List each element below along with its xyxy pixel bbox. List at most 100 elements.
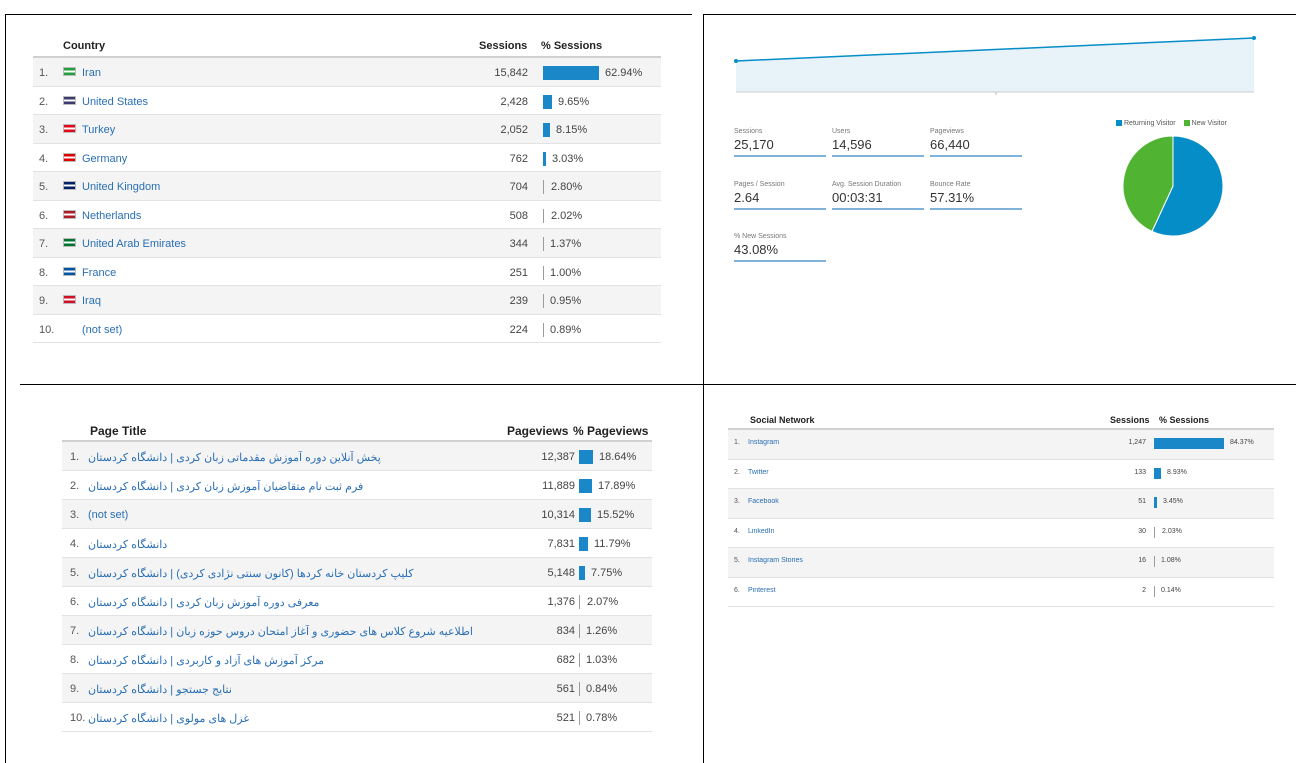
frame-middle-right <box>686 384 1296 385</box>
table-row: 6. معرفی دوره آموزش زبان کردی | دانشگاه ک… <box>62 587 652 616</box>
table-row: 3. Turkey 2,052 8.15% <box>33 115 661 144</box>
row-index: 6. <box>70 596 80 608</box>
new-visitor-swatch <box>1183 120 1190 127</box>
metric-tile-avg-session-duration[interactable]: Avg. Session Duration 00:03:31 <box>832 181 924 210</box>
metric-label: Bounce Rate <box>930 181 971 188</box>
row-percent-bar <box>543 66 599 80</box>
row-label-link[interactable]: Twitter <box>748 469 769 476</box>
row-label-link[interactable]: دانشگاه کردستان <box>88 538 167 551</box>
row-label-link[interactable]: Pinterest <box>748 587 776 594</box>
metric-tile-pages-session[interactable]: Pages / Session 2.64 <box>734 181 826 210</box>
row-percent-bar <box>1154 526 1155 538</box>
sessions-column-header[interactable]: Sessions <box>479 40 527 52</box>
row-percent-bar <box>543 180 544 194</box>
row-label-link[interactable]: United Kingdom <box>82 181 160 193</box>
country-report-table: Country Sessions % Sessions 1. Iran 15,842… <box>33 36 661 343</box>
table-row: 6. Netherlands 508 2.02% <box>33 201 661 229</box>
row-label-link[interactable]: غزل های مولوی | دانشگاه کردستان <box>88 712 249 725</box>
metric-tile-bounce-rate[interactable]: Bounce Rate 57.31% <box>930 181 1022 210</box>
row-label-link[interactable]: Instagram <box>748 439 779 446</box>
row-label-link[interactable]: فرم ثبت نام متقاضیان آموزش زبان کردی | د… <box>88 480 363 493</box>
row-index: 1. <box>39 67 49 79</box>
table-row: 2. United States 2,428 9.65% <box>33 87 661 115</box>
row-percent-value: 1.03% <box>586 654 618 666</box>
metric-value: 43.08% <box>734 242 779 257</box>
row-index: 10. <box>70 712 86 724</box>
metric-tile--new-sessions[interactable]: % New Sessions 43.08% <box>734 233 826 262</box>
row-index: 2. <box>70 480 80 492</box>
row-percent-bar <box>543 237 544 251</box>
country-column-header[interactable]: Country <box>63 40 105 52</box>
row-label-link[interactable]: Turkey <box>82 124 115 136</box>
row-metric-value: 2 <box>1142 586 1146 594</box>
row-label-link[interactable]: LinkedIn <box>748 528 774 535</box>
row-label-link[interactable]: پخش آنلاین دوره آموزش مقدماتی زبان کردی … <box>88 451 381 464</box>
row-label-link[interactable]: اطلاعیه شروع کلاس های حضوری و آغاز امتحا… <box>88 625 473 638</box>
social-sessions-column-header[interactable]: Sessions <box>1110 415 1150 425</box>
metric-tile-pageviews[interactable]: Pageviews 66,440 <box>930 128 1022 157</box>
row-index: 3. <box>39 124 49 136</box>
row-label-link[interactable]: Iraq <box>82 295 101 307</box>
row-label-link[interactable]: نتایج جستجو | دانشگاه کردستان <box>88 683 232 696</box>
row-label-link[interactable]: Netherlands <box>82 210 141 222</box>
pageviews-column-header[interactable]: Pageviews <box>507 424 568 438</box>
row-percent-value: 0.14% <box>1161 586 1181 594</box>
table-row: 9. نتایج جستجو | دانشگاه کردستان 561 0.84% <box>62 674 652 703</box>
row-percent-value: 8.15% <box>556 124 588 136</box>
row-label-link[interactable]: معرفی دوره آموزش زبان کردی | دانشگاه کرد… <box>88 596 319 609</box>
social-percent-sessions-column-header[interactable]: % Sessions <box>1159 415 1209 425</box>
row-label-link[interactable]: Instagram Stories <box>748 557 803 564</box>
row-label-link[interactable]: Iran <box>82 67 101 79</box>
table-row: 8. France 251 1.00% <box>33 258 661 286</box>
row-percent-bar <box>579 508 591 522</box>
country-flag-icon <box>63 209 76 219</box>
row-label-link[interactable]: United States <box>82 96 148 108</box>
social-table-header: Social Network Sessions % Sessions <box>728 412 1274 430</box>
new-visitor-legend-label: New Visitor <box>1191 120 1227 127</box>
row-label-link[interactable]: مرکز آموزش های آزاد و کاربردی | دانشگاه … <box>88 654 324 667</box>
metric-sparkline <box>734 154 826 157</box>
row-percent-value: 3.03% <box>552 152 584 165</box>
row-percent-bar <box>579 537 588 551</box>
social-network-report-table: Social Network Sessions % Sessions 1. Ins… <box>728 412 1274 607</box>
sessions-line-start-point <box>734 59 738 63</box>
table-row: 4. دانشگاه کردستان 7,831 11.79% <box>62 529 652 558</box>
row-label-link[interactable]: Facebook <box>748 498 779 505</box>
row-metric-value: 10,314 <box>541 509 575 521</box>
row-metric-value: 2,428 <box>500 95 528 108</box>
metric-value: 25,170 <box>734 137 774 152</box>
row-metric-value: 251 <box>509 266 528 279</box>
country-flag-icon <box>63 124 76 133</box>
row-percent-value: 1.00% <box>550 266 582 279</box>
table-row: 10. (not set) 224 0.89% <box>33 315 661 343</box>
percent-pageviews-column-header[interactable]: % Pageviews <box>573 424 648 438</box>
row-label-link[interactable]: کلیپ کردستان خانه کردها (کانون سنتی نژاد… <box>88 567 414 580</box>
table-row: 5. کلیپ کردستان خانه کردها (کانون سنتی نژ… <box>62 558 652 587</box>
row-label-link[interactable]: (not set) <box>82 324 122 336</box>
social-network-column-header[interactable]: Social Network <box>750 415 815 425</box>
row-metric-value: 521 <box>556 712 575 724</box>
row-index: 10. <box>39 323 55 336</box>
percent-sessions-column-header[interactable]: % Sessions <box>541 40 602 52</box>
row-metric-value: 12,387 <box>541 451 575 463</box>
row-percent-value: 1.37% <box>550 238 582 250</box>
row-percent-value: 0.89% <box>550 323 582 336</box>
row-percent-value: 2.02% <box>551 209 583 222</box>
page-title-column-header[interactable]: Page Title <box>90 424 146 438</box>
returning-visitor-legend-label: Returning Visitor <box>1124 120 1176 127</box>
metric-sparkline <box>930 154 1022 157</box>
row-percent-bar <box>579 711 580 725</box>
row-label-link[interactable]: France <box>82 267 116 279</box>
metric-tile-sessions[interactable]: Sessions 25,170 <box>734 128 826 157</box>
row-label-link[interactable]: Germany <box>82 153 127 165</box>
row-label-link[interactable]: United Arab Emirates <box>82 238 186 250</box>
visitor-type-pie-chart <box>1122 135 1224 237</box>
row-index: 4. <box>734 527 740 535</box>
row-percent-value: 9.65% <box>558 95 590 108</box>
page-title-report-table: Page Title Pageviews % Pageviews 1. پخش آ… <box>62 420 652 732</box>
row-percent-bar <box>1154 467 1161 479</box>
metric-tile-users[interactable]: Users 14,596 <box>832 128 924 157</box>
row-label-link[interactable]: (not set) <box>88 509 128 521</box>
row-percent-value: 11.79% <box>594 538 631 550</box>
metric-label: Pageviews <box>930 128 964 135</box>
